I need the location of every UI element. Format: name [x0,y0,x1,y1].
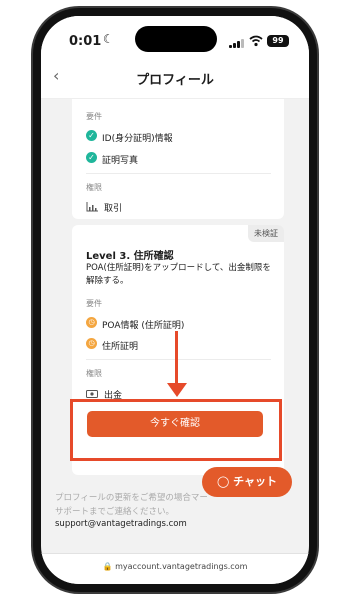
status-badge: 未検証 [248,225,284,242]
chat-bubble-icon: ◯ [216,475,230,488]
permissions-label: 権限 [86,183,102,192]
requirement-item: ID(身分証明)情報 [102,134,173,144]
requirement-item: POA情報 (住所証明) [102,321,185,331]
requirement-item: 証明写真 [102,156,139,166]
nav-bar: ‹ プロフィール [41,56,309,99]
annotation-arrow [175,331,178,385]
screen: 0:01 ☾ 99 ‹ プロフィール 要件 ✓ ID(身分証明)情報 ✓ 証明写… [41,16,309,584]
level-title: Level 3. 住所確認 [86,251,174,262]
content-area: 要件 ✓ ID(身分証明)情報 ✓ 証明写真 権限 取引 未検証 Level 3… [41,99,309,569]
cash-icon [86,390,98,398]
level-description: POA(住所証明)をアップロードして、出金制限を解除する。 [86,263,271,286]
level2-card: 要件 ✓ ID(身分証明)情報 ✓ 証明写真 権限 取引 [72,99,284,219]
check-icon: ✓ [86,152,97,163]
signal-icon [229,38,245,48]
status-time: 0:01 [69,34,102,49]
permission-item: 取引 [104,204,123,214]
divider [86,173,271,174]
chat-label: チャット [233,475,278,488]
clock-icon: ◷ [86,317,97,328]
support-note: プロフィールの更新をご希望の場合マーサポートまでご連絡ください。 [55,493,208,517]
support-email-link[interactable]: support@vantagetradings.com [55,519,187,529]
chat-button[interactable]: ◯ チャット [202,467,292,497]
status-bar: 0:01 ☾ 99 [41,16,309,56]
url-text: myaccount.vantagetradings.com [115,562,248,571]
lock-icon: 🔒 [102,562,113,571]
wifi-icon [249,35,263,47]
verify-now-button[interactable]: 今すぐ確認 [87,411,263,437]
browser-url-bar[interactable]: 🔒 myaccount.vantagetradings.com [41,553,309,584]
page-title: プロフィール [136,73,214,88]
requirements-label: 要件 [86,112,102,121]
clock-icon: ◷ [86,338,97,349]
requirement-item: 住所証明 [102,342,139,352]
requirements-label: 要件 [86,299,102,308]
divider [86,359,271,360]
battery-icon: 99 [267,35,289,47]
chart-icon [86,202,98,212]
check-icon: ✓ [86,130,97,141]
moon-icon: ☾ [103,32,114,46]
phone-frame: 0:01 ☾ 99 ‹ プロフィール 要件 ✓ ID(身分証明)情報 ✓ 証明写… [33,8,317,592]
dynamic-island [135,26,217,52]
annotation-arrow-head [167,383,187,397]
permissions-label: 権限 [86,369,102,378]
